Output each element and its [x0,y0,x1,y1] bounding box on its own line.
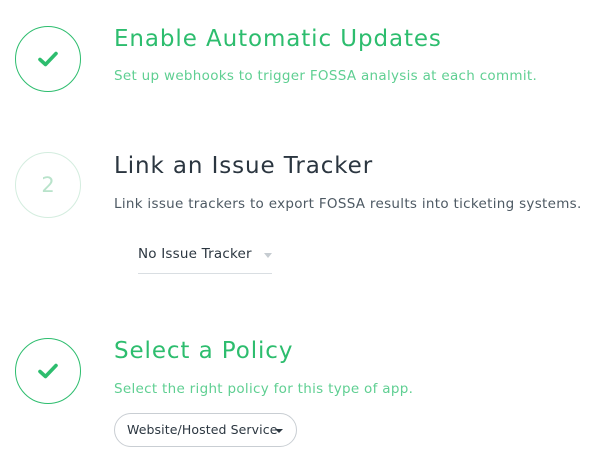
step-number-indicator: 2 [15,152,81,218]
check-icon [38,363,58,379]
step-title: Enable Automatic Updates [114,26,442,52]
step-complete-indicator [15,26,81,92]
step-description: Select the right policy for this type of… [114,381,414,397]
step-complete-indicator [15,338,81,404]
caret-down-icon [275,429,283,433]
issue-tracker-select-value: No Issue Tracker [138,246,252,262]
step-description: Link issue trackers to export FOSSA resu… [114,196,582,212]
policy-dropdown-value: Website/Hosted Service [127,422,278,437]
check-icon [38,51,58,67]
step-title: Link an Issue Tracker [114,153,374,179]
issue-tracker-select[interactable]: No Issue Tracker [138,245,272,274]
step-number: 2 [41,173,55,197]
step-title: Select a Policy [114,338,294,364]
step-description: Set up webhooks to trigger FOSSA analysi… [114,68,538,84]
policy-dropdown-button[interactable]: Website/Hosted Service [114,413,297,447]
caret-down-icon [264,253,272,258]
